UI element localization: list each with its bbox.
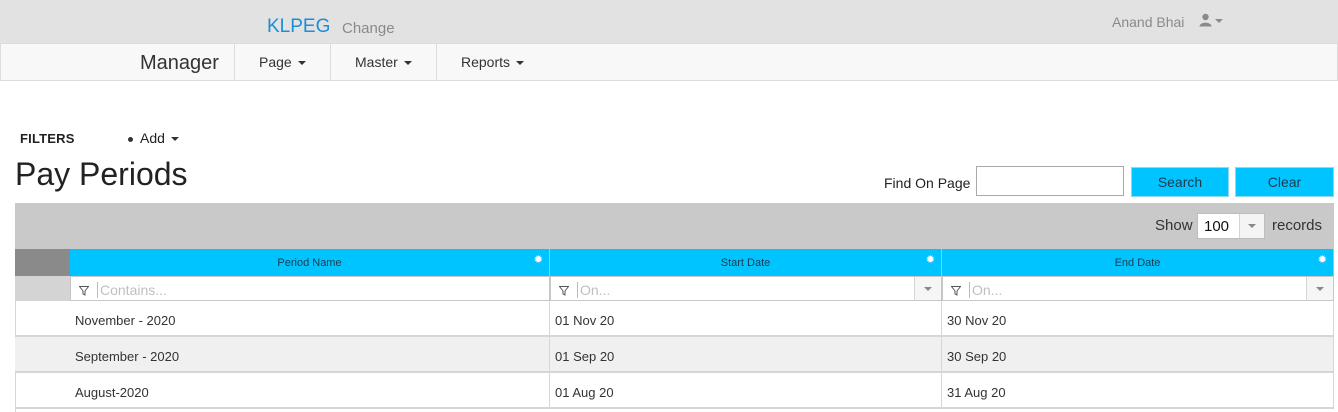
period-name-value: August-2020 bbox=[75, 385, 149, 400]
start-date-value: 01 Sep 20 bbox=[555, 349, 615, 364]
change-link[interactable]: Change bbox=[342, 20, 395, 37]
page-size-dropdown-button[interactable] bbox=[1239, 214, 1264, 238]
table-cell[interactable]: 31 Aug 20 bbox=[942, 373, 1334, 409]
start-date-value: 01 Nov 20 bbox=[555, 313, 615, 328]
table-cell[interactable]: 01 Nov 20 bbox=[550, 301, 942, 337]
filter-row-gutter bbox=[15, 276, 70, 301]
add-filter-label: Add bbox=[140, 130, 165, 146]
gear-icon[interactable]: ✹ bbox=[534, 255, 543, 266]
column-header-label: Period Name bbox=[277, 257, 342, 269]
end-date-value: 30 Nov 20 bbox=[947, 313, 1007, 328]
table-cell[interactable]: 01 Aug 20 bbox=[550, 373, 942, 409]
start-date-value: 01 Aug 20 bbox=[555, 385, 614, 400]
chevron-down-icon bbox=[170, 137, 179, 142]
brand-name[interactable]: KLPEG bbox=[267, 16, 330, 38]
filter-icon[interactable] bbox=[950, 283, 962, 301]
filter-placeholder: On... bbox=[577, 282, 610, 298]
nav-item-label: Master bbox=[355, 54, 398, 70]
table-cell[interactable]: August-2020 bbox=[70, 373, 550, 409]
start-date-filter-dropdown[interactable] bbox=[914, 277, 941, 300]
nav-item-reports[interactable]: Reports bbox=[461, 54, 525, 70]
chevron-down-icon bbox=[297, 61, 306, 66]
clear-button[interactable]: Clear bbox=[1235, 167, 1334, 197]
table-cell[interactable]: November - 2020 bbox=[70, 301, 550, 337]
chevron-down-icon bbox=[403, 61, 412, 66]
records-label: records bbox=[1272, 217, 1323, 234]
table-cell[interactable]: 30 Nov 20 bbox=[942, 301, 1334, 337]
grid-toolbar bbox=[15, 203, 1334, 249]
period-name-filter[interactable]: Contains... bbox=[70, 276, 550, 301]
filter-icon[interactable] bbox=[558, 283, 570, 301]
find-on-page-input[interactable] bbox=[976, 166, 1124, 196]
column-header-end-date[interactable]: End Date ✹ bbox=[942, 249, 1334, 276]
table-cell[interactable]: 30 Sep 20 bbox=[942, 337, 1334, 373]
column-header-start-date[interactable]: Start Date ✹ bbox=[550, 249, 942, 276]
main-navbar: Manager Page Master Reports bbox=[0, 43, 1338, 81]
page-size-select[interactable]: 100 bbox=[1197, 213, 1265, 239]
filter-placeholder: Contains... bbox=[97, 282, 167, 298]
user-name[interactable]: Anand Bhai bbox=[1112, 14, 1184, 30]
nav-divider bbox=[330, 44, 331, 80]
column-header-label: End Date bbox=[1114, 257, 1161, 269]
user-menu-caret-icon[interactable] bbox=[1215, 19, 1223, 23]
end-date-filter-dropdown[interactable] bbox=[1306, 277, 1333, 300]
filter-icon[interactable] bbox=[78, 283, 90, 301]
column-header-period-name[interactable]: Period Name ✹ bbox=[70, 249, 550, 276]
end-date-filter[interactable]: On... bbox=[942, 276, 1334, 301]
end-date-value: 30 Sep 20 bbox=[947, 349, 1007, 364]
chevron-down-icon bbox=[1248, 224, 1256, 228]
nav-title[interactable]: Manager bbox=[140, 52, 219, 75]
period-name-value: September - 2020 bbox=[75, 349, 180, 364]
show-label: Show bbox=[1155, 217, 1193, 234]
row-selector[interactable] bbox=[15, 373, 70, 409]
end-date-value: 31 Aug 20 bbox=[947, 385, 1006, 400]
chevron-down-icon bbox=[1316, 287, 1324, 291]
nav-item-master[interactable]: Master bbox=[355, 54, 412, 70]
row-selector-header bbox=[15, 249, 70, 276]
chevron-down-icon bbox=[924, 287, 932, 291]
start-date-filter[interactable]: On... bbox=[550, 276, 942, 301]
bullet-icon bbox=[128, 137, 133, 142]
column-header-label: Start Date bbox=[720, 257, 771, 269]
nav-item-label: Page bbox=[259, 54, 292, 70]
page-title: Pay Periods bbox=[15, 156, 188, 192]
chevron-down-icon bbox=[516, 61, 525, 66]
filters-label: FILTERS bbox=[20, 131, 75, 146]
gear-icon[interactable]: ✹ bbox=[1318, 255, 1327, 266]
user-icon[interactable] bbox=[1199, 13, 1212, 32]
row-selector[interactable] bbox=[15, 337, 70, 373]
table-cell[interactable]: September - 2020 bbox=[70, 337, 550, 373]
gear-icon[interactable]: ✹ bbox=[926, 255, 935, 266]
nav-divider bbox=[436, 44, 437, 80]
find-on-page-label: Find On Page bbox=[884, 175, 971, 191]
nav-divider bbox=[234, 44, 235, 80]
page-size-value: 100 bbox=[1204, 218, 1230, 235]
nav-item-label: Reports bbox=[461, 54, 511, 70]
period-name-value: November - 2020 bbox=[75, 313, 176, 328]
add-filter-button[interactable]: Add bbox=[140, 130, 179, 146]
search-button[interactable]: Search bbox=[1131, 167, 1229, 197]
nav-item-page[interactable]: Page bbox=[259, 54, 306, 70]
filter-placeholder: On... bbox=[969, 282, 1002, 298]
table-cell[interactable]: 01 Sep 20 bbox=[550, 337, 942, 373]
row-selector[interactable] bbox=[15, 301, 70, 337]
